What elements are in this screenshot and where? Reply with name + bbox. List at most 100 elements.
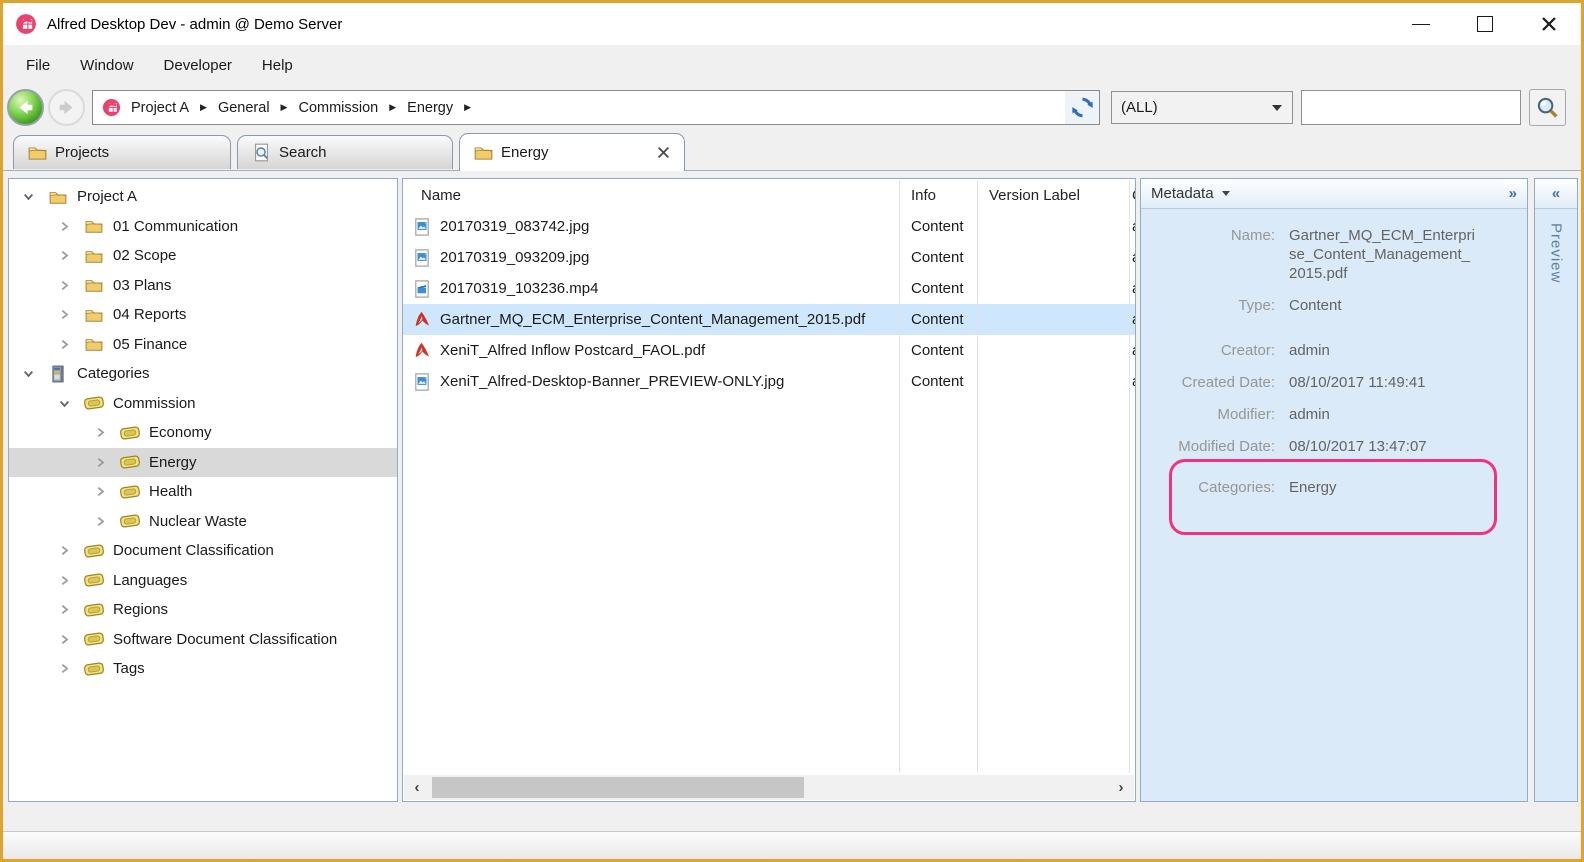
column-separator[interactable] xyxy=(899,180,900,773)
close-icon xyxy=(1541,16,1557,32)
chevron-right-icon[interactable] xyxy=(59,250,83,262)
breadcrumb-separator-icon[interactable]: ▶ xyxy=(191,102,216,113)
breadcrumb-separator-icon[interactable]: ▶ xyxy=(455,102,480,113)
scrollbar-thumb[interactable] xyxy=(432,777,804,798)
metadata-body: Name: Gartner_MQ_ECM_Enterprise_Content_… xyxy=(1141,209,1527,497)
column-header-info[interactable]: Info xyxy=(899,187,977,204)
chevron-right-icon[interactable] xyxy=(95,456,119,468)
column-separator[interactable] xyxy=(1129,180,1130,773)
tree-item-label: 01 Communication xyxy=(113,218,238,235)
tab-projects[interactable]: Projects xyxy=(13,135,231,169)
tree-item-economy[interactable]: Economy xyxy=(9,418,397,448)
horizontal-scrollbar[interactable]: ‹ › xyxy=(404,775,1134,800)
minimize-button[interactable] xyxy=(1389,3,1453,45)
tree-item-health[interactable]: Health xyxy=(9,477,397,507)
chevron-right-icon[interactable] xyxy=(59,663,83,675)
tree-item-software-document-classification[interactable]: Software Document Classification xyxy=(9,625,397,655)
file-row[interactable]: 20170319_093209.jpg Content a xyxy=(403,242,1135,273)
search-icon xyxy=(1536,96,1560,120)
breadcrumb-separator-icon[interactable]: ▶ xyxy=(272,102,297,113)
tree-item-regions[interactable]: Regions xyxy=(9,595,397,625)
file-row[interactable]: 20170319_103236.mp4 Content a xyxy=(403,273,1135,304)
file-row[interactable]: XeniT_Alfred Inflow Postcard_FAOL.pdf Co… xyxy=(403,335,1135,366)
search-button[interactable] xyxy=(1529,89,1566,126)
collapse-right-icon[interactable]: » xyxy=(1509,185,1517,202)
filter-dropdown[interactable]: (ALL) xyxy=(1111,91,1293,124)
file-row[interactable]: XeniT_Alfred-Desktop-Banner_PREVIEW-ONLY… xyxy=(403,366,1135,397)
field-label: Created Date: xyxy=(1141,373,1275,392)
metadata-field-modifier: Modifier: admin xyxy=(1141,405,1527,424)
field-value: Content xyxy=(1289,296,1489,315)
tab-close-icon[interactable] xyxy=(657,146,670,159)
column-separator[interactable] xyxy=(977,180,978,773)
file-list-panel: Name Info Version Label C 20170319_08374… xyxy=(402,178,1136,802)
close-button[interactable] xyxy=(1517,3,1581,45)
chevron-down-icon xyxy=(1272,105,1282,111)
chevron-right-icon[interactable] xyxy=(59,309,83,321)
chevron-right-icon[interactable] xyxy=(59,604,83,616)
tab-underline xyxy=(3,170,1581,171)
tree-item-01-communication[interactable]: 01 Communication xyxy=(9,212,397,242)
tab-energy[interactable]: Energy xyxy=(459,133,685,171)
chevron-down-icon[interactable] xyxy=(1222,191,1230,196)
menu-window[interactable]: Window xyxy=(65,51,148,80)
collapse-left-icon[interactable]: « xyxy=(1552,185,1560,202)
maximize-button[interactable] xyxy=(1453,3,1517,45)
file-row-selected[interactable]: Gartner_MQ_ECM_Enterprise_Content_Manage… xyxy=(403,304,1135,335)
field-value: Energy xyxy=(1289,478,1489,497)
breadcrumb-segment-commission[interactable]: Commission xyxy=(296,96,380,120)
maximize-icon xyxy=(1477,16,1493,32)
scroll-right-icon[interactable]: › xyxy=(1108,779,1134,796)
field-label: Type: xyxy=(1141,296,1275,315)
tab-search[interactable]: Search xyxy=(237,135,453,169)
chevron-down-icon[interactable] xyxy=(23,191,47,203)
breadcrumb-segment-project-a[interactable]: Project A xyxy=(129,96,191,120)
tree-item-05-finance[interactable]: 05 Finance xyxy=(9,330,397,360)
sync-button[interactable] xyxy=(1065,90,1100,125)
chevron-right-icon[interactable] xyxy=(59,633,83,645)
breadcrumb-separator-icon[interactable]: ▶ xyxy=(380,102,405,113)
tab-preview[interactable]: Preview xyxy=(1548,223,1565,283)
chevron-right-icon[interactable] xyxy=(59,574,83,586)
tree-item-label: Categories xyxy=(77,365,150,382)
column-header-name[interactable]: Name xyxy=(403,187,899,204)
breadcrumb: Project A ▶ General ▶ Commission ▶ Energ… xyxy=(92,90,1066,125)
tree-item-energy[interactable]: Energy xyxy=(9,448,397,478)
metadata-title[interactable]: Metadata xyxy=(1151,185,1214,202)
back-button[interactable] xyxy=(7,89,44,126)
tree-item-nuclear-waste[interactable]: Nuclear Waste xyxy=(9,507,397,537)
chevron-right-icon[interactable] xyxy=(59,545,83,557)
search-input[interactable] xyxy=(1301,90,1521,125)
tree-item-label: Nuclear Waste xyxy=(149,513,247,530)
chevron-right-icon[interactable] xyxy=(95,515,119,527)
tree-item-commission[interactable]: Commission xyxy=(9,389,397,419)
chevron-right-icon[interactable] xyxy=(59,220,83,232)
tree-item-03-plans[interactable]: 03 Plans xyxy=(9,271,397,301)
tree-item-project-a[interactable]: Project A xyxy=(9,182,397,212)
menu-help[interactable]: Help xyxy=(247,51,308,80)
chevron-right-icon[interactable] xyxy=(59,279,83,291)
chevron-down-icon[interactable] xyxy=(59,397,83,409)
chevron-right-icon[interactable] xyxy=(95,486,119,498)
menu-developer[interactable]: Developer xyxy=(149,51,247,80)
tree-item-04-reports[interactable]: 04 Reports xyxy=(9,300,397,330)
tree-item-tags[interactable]: Tags xyxy=(9,654,397,684)
column-header-version-label[interactable]: Version Label xyxy=(977,187,1129,204)
tree-item-categories[interactable]: Categories xyxy=(9,359,397,389)
breadcrumb-segment-energy[interactable]: Energy xyxy=(405,96,455,120)
field-value: 08/10/2017 13:47:07 xyxy=(1289,437,1489,456)
folder-icon xyxy=(83,306,105,324)
chevron-right-icon[interactable] xyxy=(59,338,83,350)
window-title: Alfred Desktop Dev - admin @ Demo Server xyxy=(47,16,342,33)
tree-item-02-scope[interactable]: 02 Scope xyxy=(9,241,397,271)
file-row[interactable]: 20170319_083742.jpg Content a xyxy=(403,211,1135,242)
chevron-right-icon[interactable] xyxy=(95,427,119,439)
scroll-left-icon[interactable]: ‹ xyxy=(404,779,430,796)
tree-item-document-classification[interactable]: Document Classification xyxy=(9,536,397,566)
window-controls xyxy=(1389,3,1581,45)
menu-file[interactable]: File xyxy=(11,51,65,80)
forward-button[interactable] xyxy=(48,89,85,126)
chevron-down-icon[interactable] xyxy=(23,368,47,380)
breadcrumb-segment-general[interactable]: General xyxy=(216,96,272,120)
tree-item-languages[interactable]: Languages xyxy=(9,566,397,596)
